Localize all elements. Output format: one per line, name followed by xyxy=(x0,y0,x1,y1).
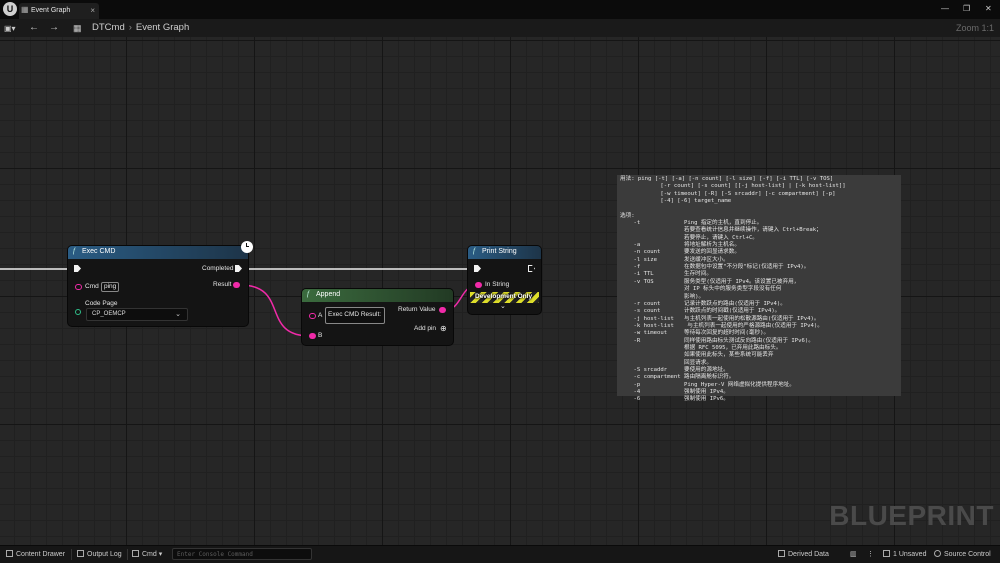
cmd-icon xyxy=(132,550,139,557)
result-pin-label: Result xyxy=(213,281,232,288)
function-icon: f xyxy=(307,290,309,298)
breadcrumb: DTCmd › Event Graph xyxy=(92,22,189,33)
settings-icon[interactable]: ⋮ xyxy=(867,550,874,558)
console-output-text: 用法: ping [-t] [-a] [-n count] [-l size] … xyxy=(620,176,846,403)
a-input[interactable]: Exec CMD Result: xyxy=(325,307,385,324)
cmd-dropdown[interactable]: Cmd ▾ xyxy=(132,550,162,558)
code-page-label: Code Page xyxy=(85,300,118,307)
close-window-button[interactable]: ✕ xyxy=(985,4,992,13)
cmd-input[interactable]: ping xyxy=(101,282,120,292)
add-pin-label[interactable]: Add pin xyxy=(414,325,436,332)
content-drawer-label: Content Drawer xyxy=(16,551,66,558)
exec-cmd-node[interactable]: f Exec CMD Completed Result Cmd ping Cod… xyxy=(68,241,253,326)
code-page-value: CP_OEMCP xyxy=(92,311,126,317)
function-icon: f xyxy=(73,247,75,255)
completed-exec-pin[interactable] xyxy=(235,265,242,272)
graph-options-icon[interactable]: ▣▾ xyxy=(4,23,16,35)
print-string-node[interactable]: f Print String In String Development Onl… xyxy=(468,246,541,314)
function-icon: f xyxy=(473,247,475,255)
unsaved-button[interactable]: 1 Unsaved xyxy=(883,550,926,558)
graph-nav-bar: ▣▾ ← → ▦ DTCmd › Event Graph Zoom 1:1 xyxy=(0,19,1000,37)
unreal-logo-icon[interactable]: U xyxy=(3,2,17,16)
minimize-button[interactable]: — xyxy=(941,4,949,13)
add-pin-icon[interactable]: ⊕ xyxy=(440,324,447,333)
node-header: f Append xyxy=(302,289,453,302)
cmd-label: Cmd xyxy=(142,551,157,558)
exec-in-pin[interactable] xyxy=(74,265,81,272)
tab-event-graph[interactable]: ▦ Event Graph × xyxy=(19,3,99,19)
forward-button[interactable]: → xyxy=(49,22,59,34)
a-pin[interactable] xyxy=(309,313,316,319)
code-page-pin[interactable] xyxy=(75,309,81,315)
content-drawer-button[interactable]: Content Drawer xyxy=(6,550,65,558)
string-wire-result-to-b xyxy=(239,284,311,337)
breadcrumb-separator: › xyxy=(128,22,132,33)
b-pin[interactable] xyxy=(309,333,316,339)
completed-pin-label: Completed xyxy=(202,265,234,272)
back-button[interactable]: ← xyxy=(29,22,39,34)
expand-chevron-icon[interactable]: ⌄ xyxy=(500,302,506,310)
maximize-button[interactable]: ❐ xyxy=(963,4,970,13)
node-header: f Print String xyxy=(468,246,541,259)
result-pin[interactable] xyxy=(233,282,240,288)
zoom-level: Zoom 1:1 xyxy=(955,23,994,33)
blueprint-watermark: BLUEPRINT xyxy=(829,500,994,531)
trace-icon[interactable]: ▥ xyxy=(850,550,857,558)
code-page-dropdown[interactable]: CP_OEMCP ⌄ xyxy=(86,308,188,321)
unsaved-label: 1 Unsaved xyxy=(893,551,927,558)
content-drawer-icon xyxy=(6,550,13,557)
a-pin-label: A xyxy=(318,312,323,319)
append-node[interactable]: f Append A Exec CMD Result: B Return Val… xyxy=(302,289,453,345)
in-string-pin[interactable] xyxy=(475,282,482,288)
tab-label: Event Graph xyxy=(31,7,71,14)
development-only-label: Development Only xyxy=(475,293,533,300)
output-log-label: Output Log xyxy=(87,551,122,558)
breadcrumb-item: Event Graph xyxy=(135,22,190,33)
derived-data-label: Derived Data xyxy=(788,551,829,558)
source-control-icon xyxy=(934,550,941,557)
cmd-pin[interactable] xyxy=(75,284,82,290)
node-title: Append xyxy=(316,291,341,298)
status-bar: Content Drawer Output Log Cmd ▾ Enter Co… xyxy=(0,545,1000,563)
chevron-down-icon: ⌄ xyxy=(175,311,181,318)
return-value-pin[interactable] xyxy=(439,307,446,313)
derived-data-button[interactable]: Derived Data xyxy=(778,550,829,558)
in-string-label: In String xyxy=(485,281,510,288)
latent-clock-icon xyxy=(241,241,253,253)
output-log-icon xyxy=(77,550,84,557)
title-bar: U ▦ Event Graph × — ❐ ✕ xyxy=(0,0,1000,19)
exec-out-pin[interactable] xyxy=(528,265,535,272)
derived-data-icon xyxy=(778,550,785,557)
blueprint-graph-icon: ▦ xyxy=(73,23,82,33)
divider xyxy=(71,549,72,560)
return-value-label: Return Value xyxy=(398,306,436,313)
console-output-panel: 用法: ping [-t] [-a] [-n count] [-l size] … xyxy=(617,175,901,402)
divider xyxy=(127,549,128,560)
source-control-label: Source Control xyxy=(944,551,991,558)
b-pin-label: B xyxy=(318,332,323,339)
node-header: f Exec CMD xyxy=(68,246,248,259)
exec-in-pin[interactable] xyxy=(474,265,481,272)
output-log-button[interactable]: Output Log xyxy=(77,550,122,558)
graph-canvas[interactable]: f Exec CMD Completed Result Cmd ping Cod… xyxy=(0,37,1000,545)
console-command-input[interactable]: Enter Console Command xyxy=(172,548,312,560)
breadcrumb-item[interactable]: DTCmd xyxy=(92,22,125,33)
unsaved-icon xyxy=(883,550,890,557)
node-title: Print String xyxy=(482,248,517,255)
source-control-button[interactable]: Source Control xyxy=(934,550,991,558)
tab-close-icon[interactable]: × xyxy=(90,6,95,15)
cmd-pin-label: Cmd xyxy=(85,283,99,290)
event-graph-icon: ▦ xyxy=(21,5,29,14)
node-title: Exec CMD xyxy=(82,248,116,255)
